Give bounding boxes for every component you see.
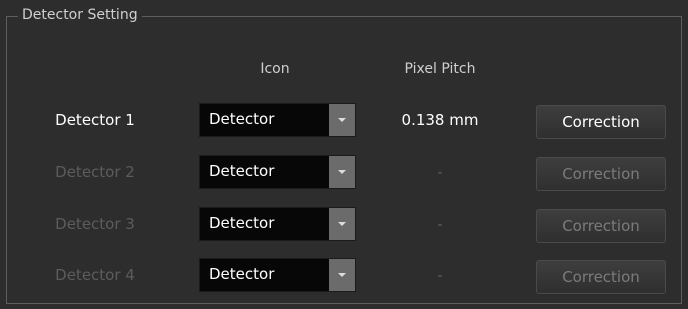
column-header-icon: Icon	[260, 61, 290, 77]
icon-select[interactable]: Detector	[199, 258, 356, 292]
pixel-pitch-value: -	[437, 266, 443, 284]
icon-select-value: Detector	[209, 265, 275, 283]
correction-button: Correction	[536, 260, 666, 294]
detector-row-2: Detector 2 Detector - Correction	[0, 155, 688, 191]
chevron-down-icon[interactable]	[329, 156, 355, 188]
detector-label: Detector 3	[55, 215, 135, 233]
detector-label: Detector 4	[55, 266, 135, 284]
icon-select[interactable]: Detector	[199, 155, 356, 189]
correction-button: Correction	[536, 157, 666, 191]
detector-row-1: Detector 1 Detector 0.138 mm Correction	[0, 103, 688, 139]
icon-select[interactable]: Detector	[199, 207, 356, 241]
pixel-pitch-value: -	[437, 215, 443, 233]
detector-row-4: Detector 4 Detector - Correction	[0, 258, 688, 294]
icon-select-value: Detector	[209, 110, 275, 128]
panel-title: Detector Setting	[18, 6, 142, 24]
correction-button[interactable]: Correction	[536, 105, 666, 139]
pixel-pitch-value: 0.138 mm	[401, 111, 479, 129]
icon-select-value: Detector	[209, 162, 275, 180]
column-header-pixel-pitch: Pixel Pitch	[404, 61, 476, 77]
correction-button: Correction	[536, 209, 666, 243]
chevron-down-icon[interactable]	[329, 208, 355, 240]
detector-label: Detector 2	[55, 163, 135, 181]
icon-select-value: Detector	[209, 214, 275, 232]
pixel-pitch-value: -	[437, 163, 443, 181]
detector-row-3: Detector 3 Detector - Correction	[0, 207, 688, 243]
chevron-down-icon[interactable]	[329, 259, 355, 291]
detector-label: Detector 1	[55, 111, 135, 129]
chevron-down-icon[interactable]	[329, 104, 355, 136]
icon-select[interactable]: Detector	[199, 103, 356, 137]
